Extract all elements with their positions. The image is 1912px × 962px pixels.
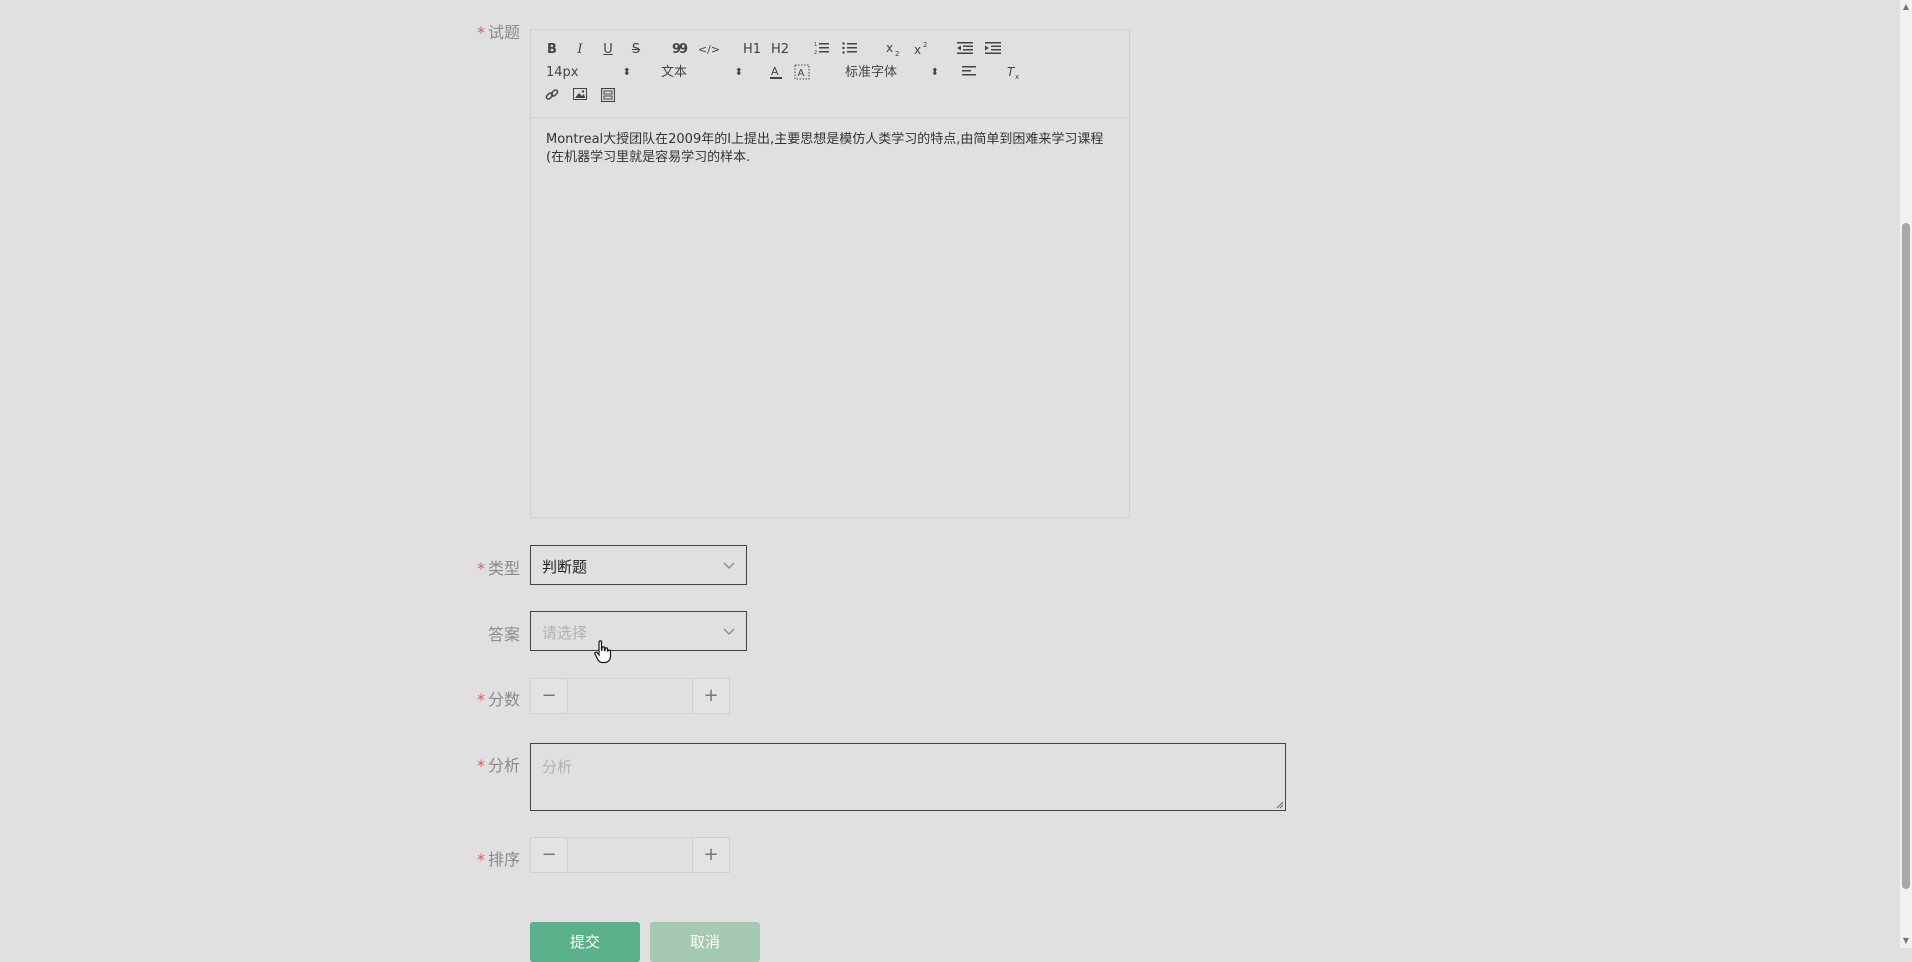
cancel-button[interactable]: 取消 (650, 922, 760, 962)
superscript-icon[interactable]: x2 (913, 41, 935, 59)
updown-arrow-icon: ⬍ (734, 67, 743, 78)
submit-button[interactable]: 提交 (530, 922, 640, 962)
score-label: * 分数 (476, 690, 520, 709)
question-label: * 试题 (476, 23, 520, 42)
updown-arrow-icon: ⬍ (930, 67, 939, 78)
clear-format-icon[interactable]: Tx (1005, 64, 1023, 82)
scroll-down-arrow-icon[interactable]: ▼ (1902, 936, 1910, 946)
bullet-list-icon[interactable] (841, 41, 859, 59)
text-style-select[interactable]: 文本 ⬍ (661, 64, 743, 82)
hand-cursor-icon (594, 640, 612, 664)
editor-content[interactable]: Montreal大授团队在2009年的I上提出,主要思想是模仿人类学习的特点,由… (546, 131, 1116, 167)
score-input[interactable] (568, 679, 692, 713)
font-color-icon[interactable]: A (767, 64, 785, 82)
video-icon[interactable] (599, 87, 617, 106)
blockquote-button[interactable]: 99 (669, 41, 689, 59)
svg-text:x: x (886, 41, 893, 55)
answer-select-placeholder: 请选择 (542, 624, 588, 642)
heading2-button[interactable]: H2 (769, 41, 791, 59)
svg-text:x: x (1015, 73, 1019, 80)
rich-text-editor: B I U S 99 </> H1 H2 12 x2 x2 14px ⬍ 文本 ⬍ (530, 29, 1130, 518)
svg-text:2: 2 (814, 50, 817, 55)
chevron-down-icon (723, 628, 735, 635)
ordered-list-icon[interactable]: 12 (813, 41, 831, 59)
font-size-select[interactable]: 14px ⬍ (546, 64, 631, 82)
subscript-icon[interactable]: x2 (885, 41, 907, 59)
order-increment-button[interactable]: + (692, 838, 729, 872)
svg-text:2: 2 (923, 41, 927, 49)
order-decrement-button[interactable]: − (531, 838, 568, 872)
italic-button[interactable]: I (571, 41, 589, 59)
chevron-down-icon (723, 562, 735, 569)
underline-button[interactable]: U (599, 41, 617, 59)
resize-handle-icon[interactable] (1276, 801, 1284, 809)
answer-label: 答案 (487, 625, 520, 644)
score-increment-button[interactable]: + (692, 679, 729, 713)
type-label: * 类型 (476, 559, 520, 578)
svg-text:A: A (771, 65, 779, 78)
type-select[interactable]: 判断题 (530, 545, 747, 585)
background-color-icon[interactable]: A (793, 64, 811, 82)
updown-arrow-icon: ⬍ (622, 67, 631, 78)
indent-icon[interactable] (983, 41, 1003, 59)
analysis-label: * 分析 (476, 756, 520, 775)
svg-text:A: A (798, 68, 805, 79)
type-select-value: 判断题 (542, 558, 588, 576)
code-button[interactable]: </> (697, 41, 721, 59)
answer-select[interactable]: 请选择 (530, 611, 747, 651)
analysis-placeholder: 分析 (542, 758, 573, 776)
align-icon[interactable] (961, 64, 979, 82)
image-icon[interactable] (571, 88, 589, 106)
score-decrement-button[interactable]: − (531, 679, 568, 713)
svg-text:2: 2 (895, 50, 899, 57)
strikethrough-button[interactable]: S (627, 41, 645, 59)
scroll-up-arrow-icon[interactable]: ▲ (1902, 2, 1910, 12)
heading1-button[interactable]: H1 (741, 41, 763, 59)
link-icon[interactable] (543, 88, 561, 106)
bold-button[interactable]: B (543, 41, 561, 59)
scrollbar-thumb[interactable] (1902, 223, 1910, 889)
analysis-textarea[interactable]: 分析 (530, 743, 1286, 811)
svg-text:x: x (914, 43, 921, 57)
order-label: * 排序 (476, 850, 520, 869)
outdent-icon[interactable] (955, 41, 975, 59)
font-family-select[interactable]: 标准字体 ⬍ (845, 64, 939, 82)
svg-text:1: 1 (814, 42, 817, 48)
editor-toolbar: B I U S 99 </> H1 H2 12 x2 x2 14px ⬍ 文本 ⬍ (531, 30, 1129, 118)
score-stepper: − + (530, 678, 730, 714)
order-stepper: − + (530, 837, 730, 873)
order-input[interactable] (568, 838, 692, 872)
